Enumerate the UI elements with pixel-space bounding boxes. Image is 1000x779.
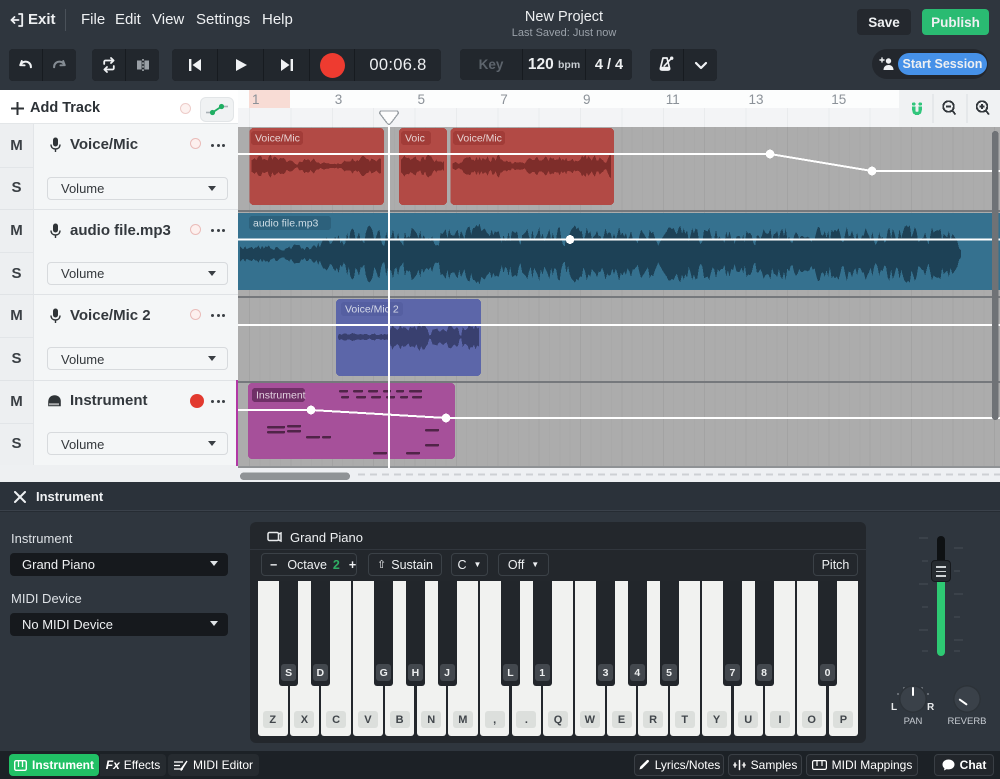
svg-text:audio file.mp3: audio file.mp3 (253, 218, 319, 230)
svg-text:13: 13 (749, 92, 764, 107)
svg-text:Voice/Mic: Voice/Mic (457, 133, 502, 145)
svg-text:Voice/Mic 2: Voice/Mic 2 (345, 304, 399, 316)
svg-text:Voice/Mic: Voice/Mic (255, 133, 300, 145)
svg-text:3: 3 (335, 92, 343, 107)
svg-text:1: 1 (252, 92, 260, 107)
svg-text:Voic: Voic (405, 133, 425, 145)
svg-text:9: 9 (583, 92, 591, 107)
svg-text:11: 11 (666, 92, 680, 107)
svg-text:Instrument: Instrument (256, 390, 306, 402)
svg-text:7: 7 (500, 92, 508, 107)
svg-text:5: 5 (418, 92, 426, 107)
svg-text:15: 15 (831, 92, 846, 107)
